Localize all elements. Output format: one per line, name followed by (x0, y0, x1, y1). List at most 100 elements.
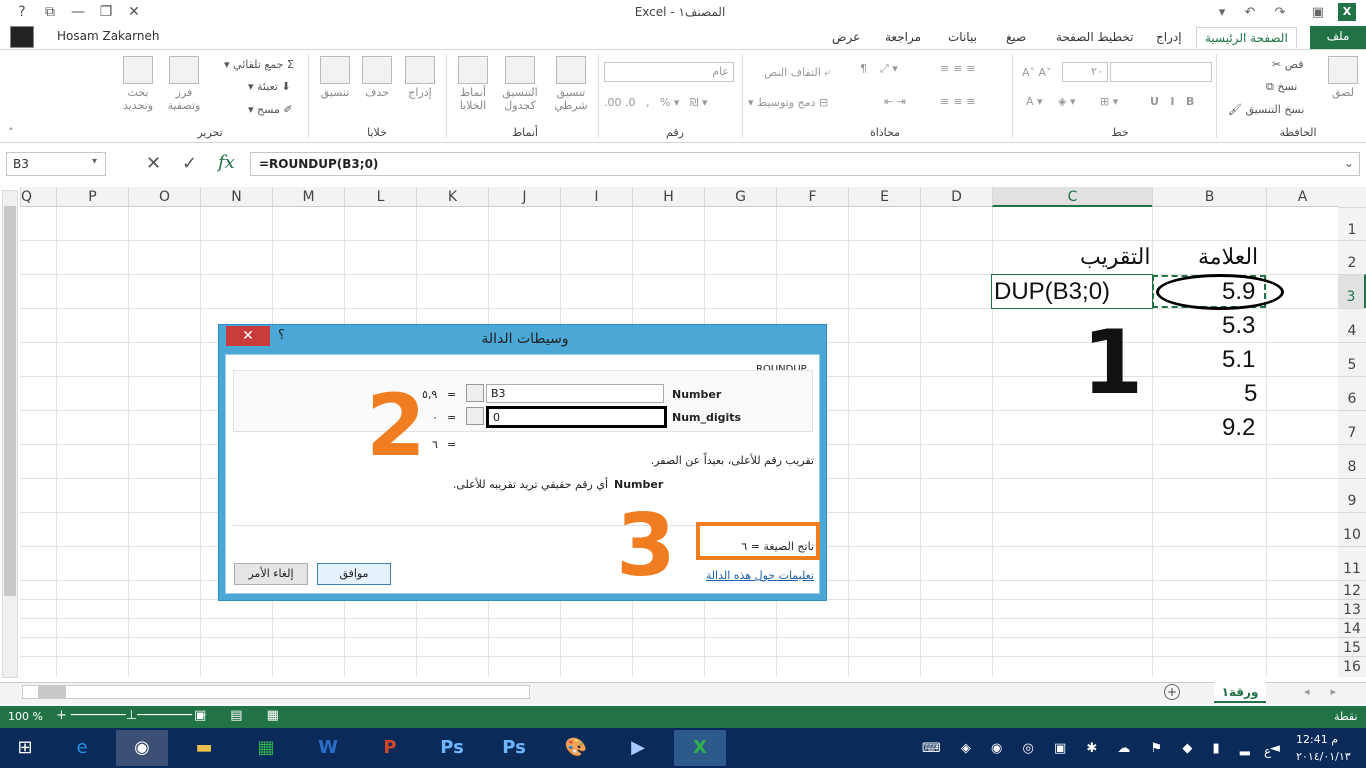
row-header-12[interactable]: 12 (1338, 580, 1366, 599)
excel-app-icon[interactable]: X (1338, 3, 1356, 21)
font-color-icon[interactable]: A ▾ (1026, 95, 1043, 108)
row-header-5[interactable]: 5 (1338, 342, 1366, 376)
column-header-l[interactable]: L (344, 187, 416, 207)
column-header-n[interactable]: N (200, 187, 272, 207)
collapse-ribbon-icon[interactable]: ˄ (8, 126, 14, 139)
cell-c3-editor[interactable]: DUP(B3;0) (991, 274, 1153, 309)
row-header-3[interactable]: 3 (1338, 274, 1366, 308)
column-header-e[interactable]: E (848, 187, 920, 207)
merge-center-button[interactable]: ▾ دمج وتوسيط ⊟ (748, 96, 828, 109)
column-header-o[interactable]: O (128, 187, 200, 207)
name-box[interactable]: B3 (6, 152, 106, 176)
cell-b4[interactable]: 5.3 (1222, 312, 1255, 340)
ok-button[interactable]: موافق (317, 563, 391, 585)
column-header-m[interactable]: M (272, 187, 344, 207)
tab-data[interactable]: بيانات (940, 27, 985, 49)
column-header-a[interactable]: A (1266, 187, 1338, 207)
row-header-2[interactable]: 2 (1338, 240, 1366, 274)
collapse-dialog-icon[interactable] (466, 384, 484, 402)
system-tray-icons[interactable]: ⌨ ◈ ◉ ◎ ▣ ✱ ☁ ⚑ ◆ ▮ ▂ ◄ (922, 741, 1288, 756)
minimize-icon[interactable]: — (64, 2, 92, 22)
autosum-button[interactable]: ▾ جمع تلقائي Σ (224, 58, 294, 71)
vertical-align-icons[interactable]: ≡≡≡ (940, 62, 980, 75)
row-header-4[interactable]: 4 (1338, 308, 1366, 342)
indent-icons[interactable]: ⇤ ⇥ (884, 95, 906, 108)
column-header-i[interactable]: I (560, 187, 632, 207)
grow-font-icon[interactable]: A˄ A˅ (1022, 66, 1052, 79)
paste-button[interactable]: لصق (1325, 56, 1361, 99)
column-header-h[interactable]: H (632, 187, 704, 207)
vertical-scroll-thumb[interactable] (4, 206, 16, 596)
tab-view[interactable]: عرض (824, 27, 868, 49)
restore-icon[interactable]: ❐ (92, 2, 120, 22)
copy-button[interactable]: ⧉ نسخ (1266, 80, 1297, 94)
format-as-table-button[interactable]: التنسيق كجدول (496, 56, 544, 112)
clock-time[interactable]: 12:41 م (1296, 733, 1338, 746)
cell-c2[interactable]: التقريب (1080, 244, 1150, 270)
tab-insert[interactable]: إدراج (1148, 27, 1190, 49)
row-header-8[interactable]: 8 (1338, 444, 1366, 478)
arg1-input[interactable]: B3 (486, 384, 664, 403)
row-header-11[interactable]: 11 (1338, 546, 1366, 580)
row-header-10[interactable]: 10 (1338, 512, 1366, 546)
column-header-p[interactable]: P (56, 187, 128, 207)
wrap-text-button[interactable]: التفاف النص ⤶ (764, 66, 830, 80)
delete-cells-button[interactable]: حذف (358, 56, 396, 99)
column-header-b[interactable]: B (1152, 187, 1266, 207)
row-header-6[interactable]: 6 (1338, 376, 1366, 410)
cell-b6[interactable]: 5 (1244, 380, 1257, 408)
tab-page-layout[interactable]: تخطيط الصفحة (1048, 27, 1141, 49)
view-mode-icons[interactable]: ▣▤▦ (194, 708, 303, 723)
border-icon[interactable]: ⊞ ▾ (1100, 95, 1118, 108)
zoom-level[interactable]: 100 % (8, 710, 43, 723)
row-header-13[interactable]: 13 (1338, 599, 1366, 618)
sheet-tab-1[interactable]: ورقة١ (1214, 682, 1266, 703)
new-sheet-icon[interactable]: + (1164, 684, 1180, 700)
store-icon[interactable]: ▦ (240, 730, 292, 766)
tab-formulas[interactable]: صيغ (998, 27, 1034, 49)
tab-home[interactable]: الصفحة الرئيسية (1196, 27, 1297, 49)
undo-icon[interactable]: ↶ (1240, 3, 1260, 23)
close-icon[interactable]: ✕ (120, 2, 148, 22)
user-name[interactable]: Hosam Zakarneh (57, 29, 159, 43)
ribbon-display-icon[interactable]: ⧉ (36, 2, 64, 22)
help-link[interactable]: تعليمات حول هذه الدالة (700, 569, 814, 582)
redo-icon[interactable]: ↷ (1270, 3, 1290, 23)
find-select-button[interactable]: بحث وتحديد (116, 56, 160, 112)
confirm-entry-icon[interactable]: ✓ (182, 153, 197, 174)
avatar[interactable] (10, 26, 34, 48)
row-header-1[interactable]: 1 (1338, 207, 1366, 240)
name-box-dropdown-icon[interactable]: ▾ (92, 156, 97, 167)
powerpoint-icon[interactable]: P (364, 730, 416, 766)
excel-taskbar-icon[interactable]: X (674, 730, 726, 766)
insert-function-icon[interactable]: fx (218, 152, 235, 173)
collapse-dialog-icon[interactable] (466, 407, 484, 425)
paint-icon[interactable]: 🎨 (550, 730, 602, 766)
cancel-button[interactable]: إلغاء الأمر (234, 563, 308, 585)
column-header-c[interactable]: C (992, 187, 1152, 207)
horizontal-align-icons[interactable]: ≡≡≡ (940, 95, 980, 108)
tab-file[interactable]: ملف (1310, 26, 1366, 49)
sheet-nav-icons[interactable]: ◂ ▸ (1304, 685, 1336, 698)
help-icon[interactable]: ? (8, 2, 36, 22)
file-explorer-icon[interactable]: ▬ (178, 730, 230, 766)
column-header-d[interactable]: D (920, 187, 992, 207)
horizontal-scroll-thumb[interactable] (38, 686, 66, 698)
dialog-close-icon[interactable]: ✕ (226, 326, 270, 346)
dialog-help-icon[interactable]: ؟ (278, 328, 285, 343)
font-size-combo[interactable]: ٢٠ (1062, 62, 1108, 82)
format-painter-button[interactable]: 🖌 نسخ التنسيق (1228, 103, 1304, 116)
column-header-f[interactable]: F (776, 187, 848, 207)
tab-review[interactable]: مراجعة (877, 27, 929, 49)
orientation-icon[interactable]: ⤢ ▾ (880, 62, 898, 76)
horizontal-scrollbar[interactable] (22, 685, 530, 699)
font-style-buttons[interactable]: U I B (1150, 95, 1194, 108)
arg2-input[interactable]: 0 (486, 406, 667, 428)
clock-date[interactable]: ٢٠١٤/٠١/١٣ (1296, 750, 1351, 763)
rtl-icon[interactable]: ¶ (860, 62, 867, 75)
zoom-slider[interactable]: + ───────⊥─────── − (56, 708, 207, 723)
number-format-buttons[interactable]: .00 .0 , % ▾ ₪ ▾ (604, 96, 708, 109)
cell-b2[interactable]: العلامة (1198, 244, 1258, 270)
column-header-g[interactable]: G (704, 187, 776, 207)
font-name-combo[interactable] (1110, 62, 1212, 82)
